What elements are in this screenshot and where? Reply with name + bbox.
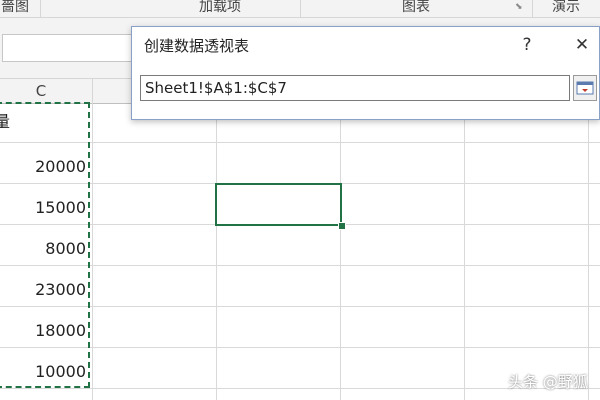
ribbon: 嗇图 加载项 图表 ⬊ 演示: [0, 0, 600, 18]
name-box[interactable]: [2, 34, 138, 62]
grid-line: [0, 347, 600, 348]
collapse-dialog-icon: [576, 81, 594, 95]
fill-handle[interactable]: [338, 222, 346, 230]
watermark: 头条 @野狐: [508, 373, 588, 391]
grid-line: [216, 102, 217, 400]
grid-line: [0, 306, 600, 307]
column-header-c[interactable]: C: [0, 79, 93, 103]
ribbon-group-label: 演示: [552, 0, 580, 15]
ribbon-group-label: 嗇图: [1, 0, 29, 15]
column-header-label: C: [35, 82, 47, 100]
close-button[interactable]: ✕: [568, 33, 596, 57]
grid-line: [0, 142, 600, 143]
worksheet-grid[interactable]: 量 20000 15000 8000 23000 18000 10000: [0, 102, 600, 400]
grid-line: [92, 102, 93, 400]
ribbon-group-charts-partial: 嗇图: [0, 0, 41, 17]
help-button[interactable]: ?: [516, 33, 538, 57]
grid-line: [340, 102, 341, 400]
ribbon-group-presentation: 演示: [532, 0, 600, 17]
ribbon-group-addins: 加载项: [140, 0, 301, 17]
ribbon-group-charts: 图表: [300, 0, 533, 17]
create-pivot-table-dialog: 创建数据透视表 ? ✕ Sheet1!$A$1:$C$7: [131, 26, 600, 120]
active-cell-selection[interactable]: [215, 183, 342, 226]
copy-selection-marquee: [0, 102, 90, 388]
dialog-launcher-icon[interactable]: ⬊: [515, 3, 524, 12]
ribbon-group-label: 图表: [402, 0, 430, 15]
dialog-title: 创建数据透视表: [144, 37, 250, 55]
grid-line: [0, 265, 600, 266]
grid-line: [464, 102, 465, 400]
collapse-dialog-button[interactable]: [573, 75, 597, 101]
ribbon-group-label: 加载项: [199, 0, 241, 15]
range-input[interactable]: Sheet1!$A$1:$C$7: [140, 75, 570, 101]
grid-line: [588, 102, 589, 400]
